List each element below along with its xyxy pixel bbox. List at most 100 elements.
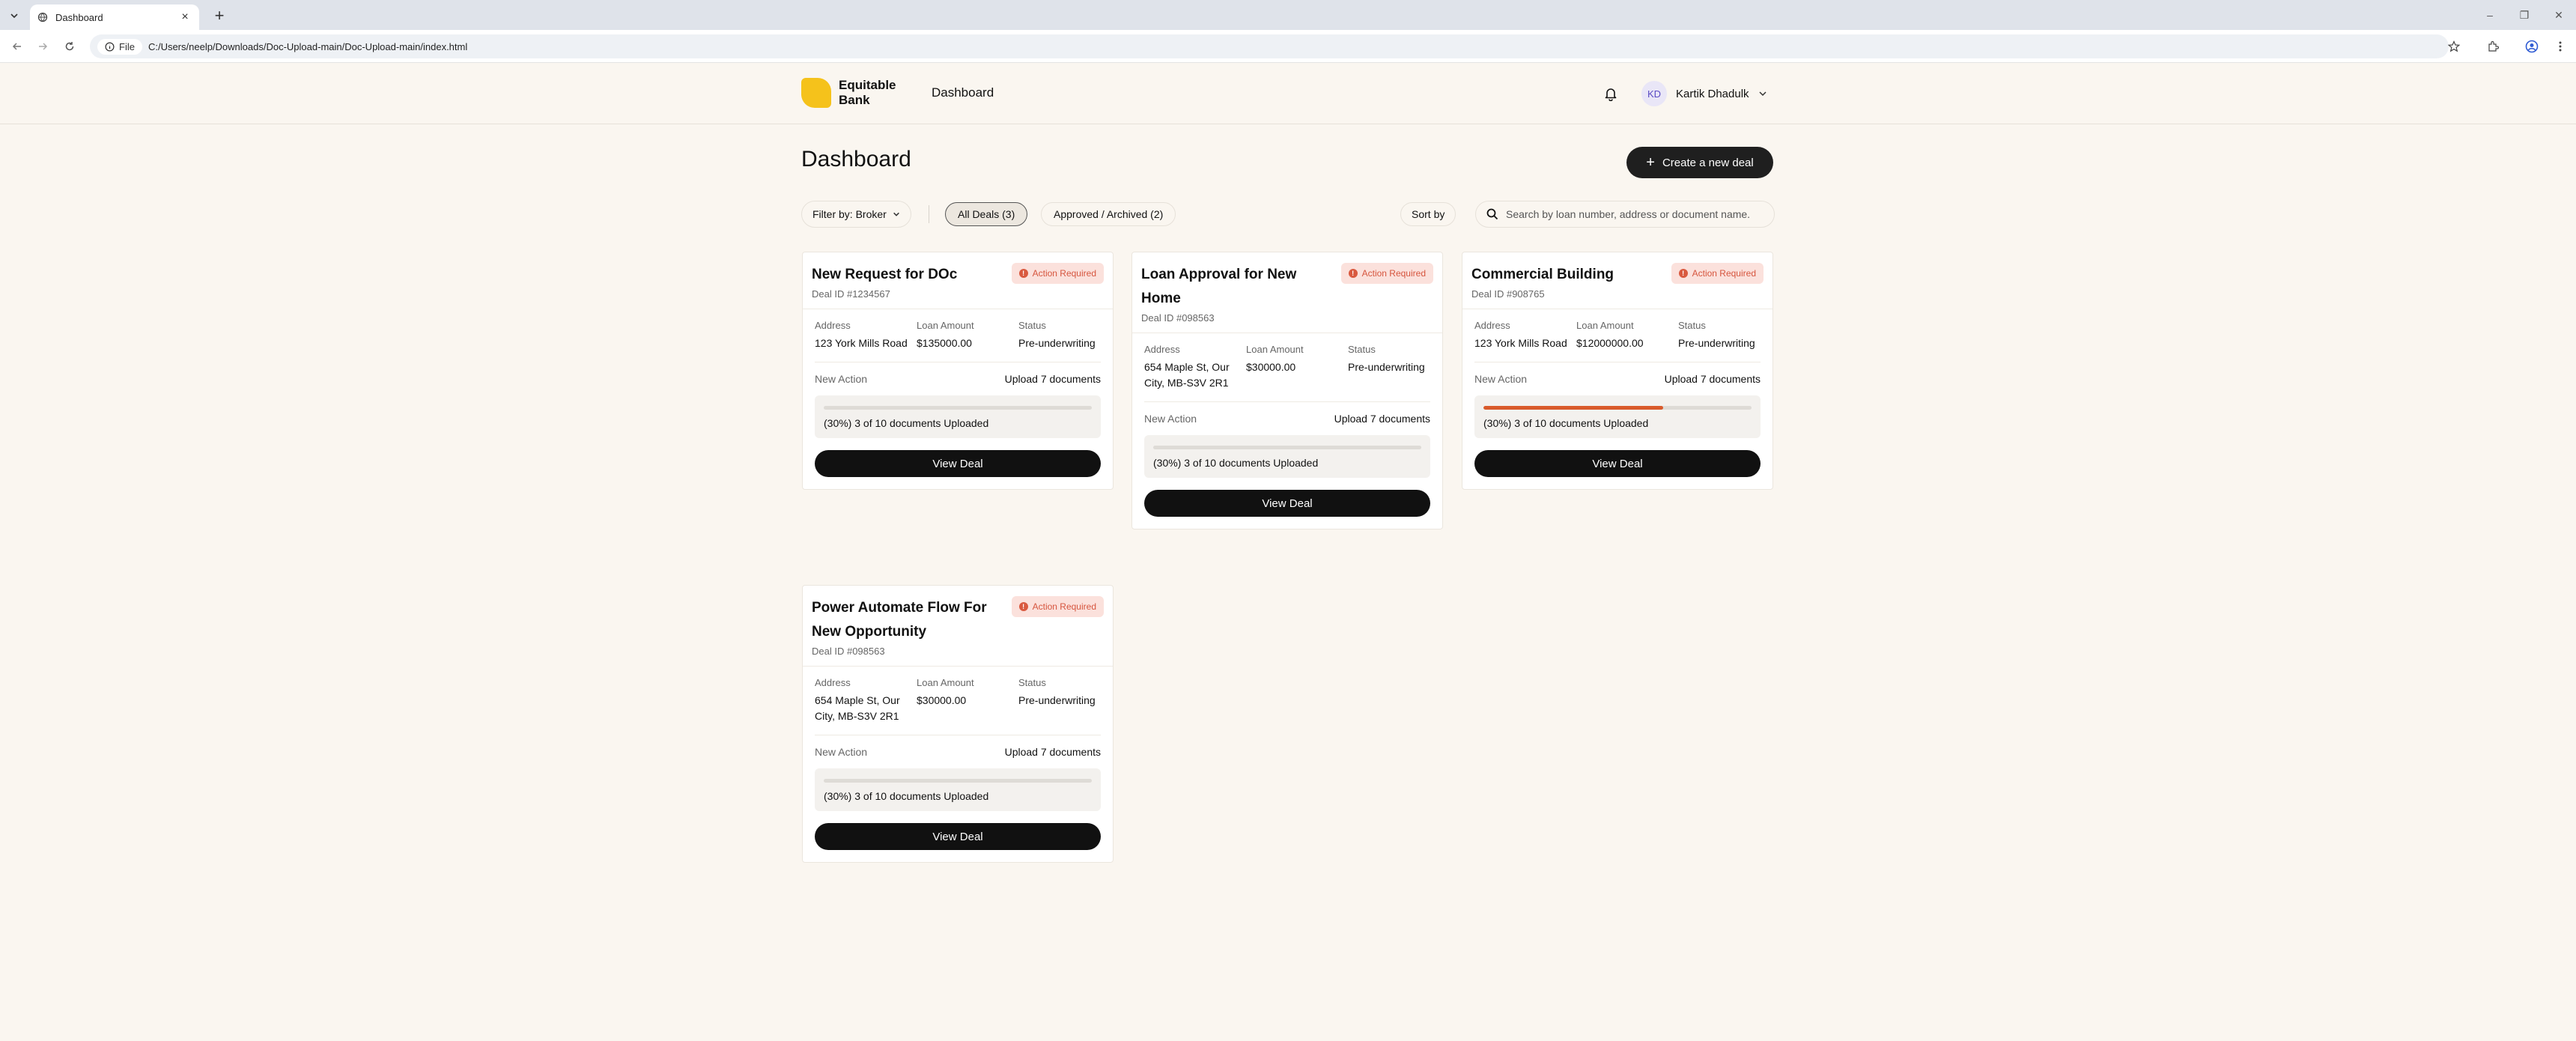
badge-label: Action Required [1692, 268, 1756, 279]
user-menu[interactable]: KD Kartik Dhadulk [1641, 81, 1767, 106]
upload-progress: (30%) 3 of 10 documents Uploaded [815, 768, 1101, 811]
address-label: Address [815, 677, 851, 688]
status-cell: Status Pre-underwriting [1018, 320, 1101, 351]
reload-icon[interactable] [60, 37, 79, 56]
filter-by-broker-dropdown[interactable]: Filter by: Broker [801, 201, 911, 228]
deal-info-grid: Address 123 York Mills Road Loan Amount … [815, 320, 1101, 362]
view-deal-button[interactable]: View Deal [1144, 490, 1430, 517]
deal-id: Deal ID #1234567 [812, 288, 890, 300]
alert-icon: ! [1018, 269, 1028, 278]
tab-close-icon[interactable]: × [178, 10, 192, 24]
tab-search-button[interactable] [4, 6, 24, 25]
badge-label: Action Required [1032, 268, 1096, 279]
bookmark-star-icon[interactable] [2444, 37, 2464, 56]
avatar: KD [1641, 81, 1667, 106]
create-deal-label: Create a new deal [1662, 156, 1754, 169]
loan-amount-label: Loan Amount [917, 320, 974, 331]
deal-card-body: Address 123 York Mills Road Loan Amount … [1462, 309, 1772, 489]
logo[interactable]: Equitable Bank [801, 78, 914, 108]
close-window-icon[interactable]: ✕ [2542, 0, 2576, 30]
new-action-row: New Action Upload 7 documents [1474, 362, 1761, 395]
new-action-value[interactable]: Upload 7 documents [1334, 413, 1430, 425]
status-cell: Status Pre-underwriting [1348, 344, 1430, 391]
new-action-value[interactable]: Upload 7 documents [1005, 746, 1101, 758]
forward-arrow-icon[interactable] [33, 37, 52, 56]
address-cell: Address 123 York Mills Road [1474, 320, 1576, 351]
search-bar[interactable] [1475, 201, 1775, 228]
upload-progress: (30%) 3 of 10 documents Uploaded [1474, 395, 1761, 438]
minimize-icon[interactable]: – [2473, 0, 2507, 30]
filter-label: Filter by: Broker [812, 208, 887, 220]
status-value: Pre-underwriting [1678, 337, 1755, 349]
address-cell: Address 654 Maple St, Our City, MB-S3V 2… [1144, 344, 1246, 391]
address-label: Address [1474, 320, 1510, 331]
header-nav-dashboard[interactable]: Dashboard [932, 85, 994, 100]
new-action-label: New Action [1144, 413, 1197, 425]
loan-amount-cell: Loan Amount $30000.00 [917, 677, 1018, 724]
address-value: 123 York Mills Road [1474, 337, 1567, 349]
status-badge: ! Action Required [1671, 263, 1764, 284]
window-controls: – ❐ ✕ [2473, 0, 2576, 30]
loan-amount-cell: Loan Amount $30000.00 [1246, 344, 1348, 391]
address-label: Address [1144, 344, 1180, 355]
browser-menu-icon[interactable] [2551, 37, 2570, 56]
extensions-icon[interactable] [2483, 37, 2503, 56]
search-input[interactable] [1506, 208, 1764, 220]
deal-id: Deal ID #908765 [1471, 288, 1545, 300]
address-label: Address [815, 320, 851, 331]
view-deal-button[interactable]: View Deal [815, 450, 1101, 477]
progress-track [1153, 446, 1421, 449]
deal-id: Deal ID #098563 [1141, 312, 1215, 324]
profile-icon[interactable] [2522, 37, 2542, 56]
badge-label: Action Required [1361, 268, 1426, 279]
deal-card: Power Automate Flow For New Opportunity … [802, 585, 1114, 863]
progress-text: (30%) 3 of 10 documents Uploaded [1483, 417, 1649, 429]
address-bar[interactable]: File C:/Users/neelp/Downloads/Doc-Upload… [90, 34, 2449, 58]
logo-text: Equitable Bank [839, 78, 896, 107]
loan-amount-label: Loan Amount [917, 677, 974, 688]
plus-icon: + [1646, 154, 1655, 171]
back-arrow-icon[interactable] [7, 37, 27, 56]
chevron-down-icon [1759, 91, 1767, 97]
status-label: Status [1678, 320, 1706, 331]
globe-icon [37, 12, 48, 22]
loan-amount-cell: Loan Amount $135000.00 [917, 320, 1018, 351]
browser-tab-active[interactable]: Dashboard × [30, 4, 199, 30]
new-tab-button[interactable]: + [210, 6, 229, 25]
deal-card-body: Address 654 Maple St, Our City, MB-S3V 2… [1132, 333, 1442, 529]
restore-icon[interactable]: ❐ [2507, 0, 2542, 30]
deal-card: Loan Approval for New Home Deal ID #0985… [1131, 252, 1443, 529]
progress-fill [1483, 406, 1663, 410]
view-deal-button[interactable]: View Deal [1474, 450, 1761, 477]
tab-title: Dashboard [55, 11, 103, 23]
view-deal-button[interactable]: View Deal [815, 823, 1101, 850]
status-label: Status [1348, 344, 1376, 355]
upload-progress: (30%) 3 of 10 documents Uploaded [815, 395, 1101, 438]
url-text: C:/Users/neelp/Downloads/Doc-Upload-main… [148, 40, 468, 52]
browser-tabstrip: Dashboard × + – ❐ ✕ [0, 0, 2576, 30]
status-cell: Status Pre-underwriting [1678, 320, 1761, 351]
browser-toolbar: File C:/Users/neelp/Downloads/Doc-Upload… [0, 30, 2576, 63]
loan-amount-label: Loan Amount [1246, 344, 1304, 355]
logo-mark-icon [801, 78, 831, 108]
chevron-down-icon [893, 212, 899, 216]
status-badge: ! Action Required [1340, 263, 1433, 284]
new-action-label: New Action [1474, 373, 1528, 385]
tab-approved-archived[interactable]: Approved / Archived (2) [1041, 202, 1176, 226]
site-info-chip[interactable]: File [97, 38, 142, 55]
new-action-row: New Action Upload 7 documents [815, 735, 1101, 768]
progress-text: (30%) 3 of 10 documents Uploaded [1153, 457, 1319, 469]
sort-by-button[interactable]: Sort by [1400, 202, 1456, 226]
info-icon [105, 42, 115, 51]
alert-icon: ! [1018, 602, 1028, 611]
loan-amount-value: $30000.00 [917, 694, 967, 706]
new-action-value[interactable]: Upload 7 documents [1005, 373, 1101, 385]
create-deal-button[interactable]: + Create a new deal [1626, 147, 1773, 178]
deal-card: Commercial Building Deal ID #908765 ! Ac… [1462, 252, 1773, 490]
bell-icon[interactable] [1601, 84, 1620, 103]
tab-all-deals[interactable]: All Deals (3) [945, 202, 1028, 226]
new-action-value[interactable]: Upload 7 documents [1665, 373, 1761, 385]
status-value: Pre-underwriting [1018, 337, 1096, 349]
status-label: Status [1018, 320, 1046, 331]
deal-info-grid: Address 654 Maple St, Our City, MB-S3V 2… [1144, 344, 1430, 402]
